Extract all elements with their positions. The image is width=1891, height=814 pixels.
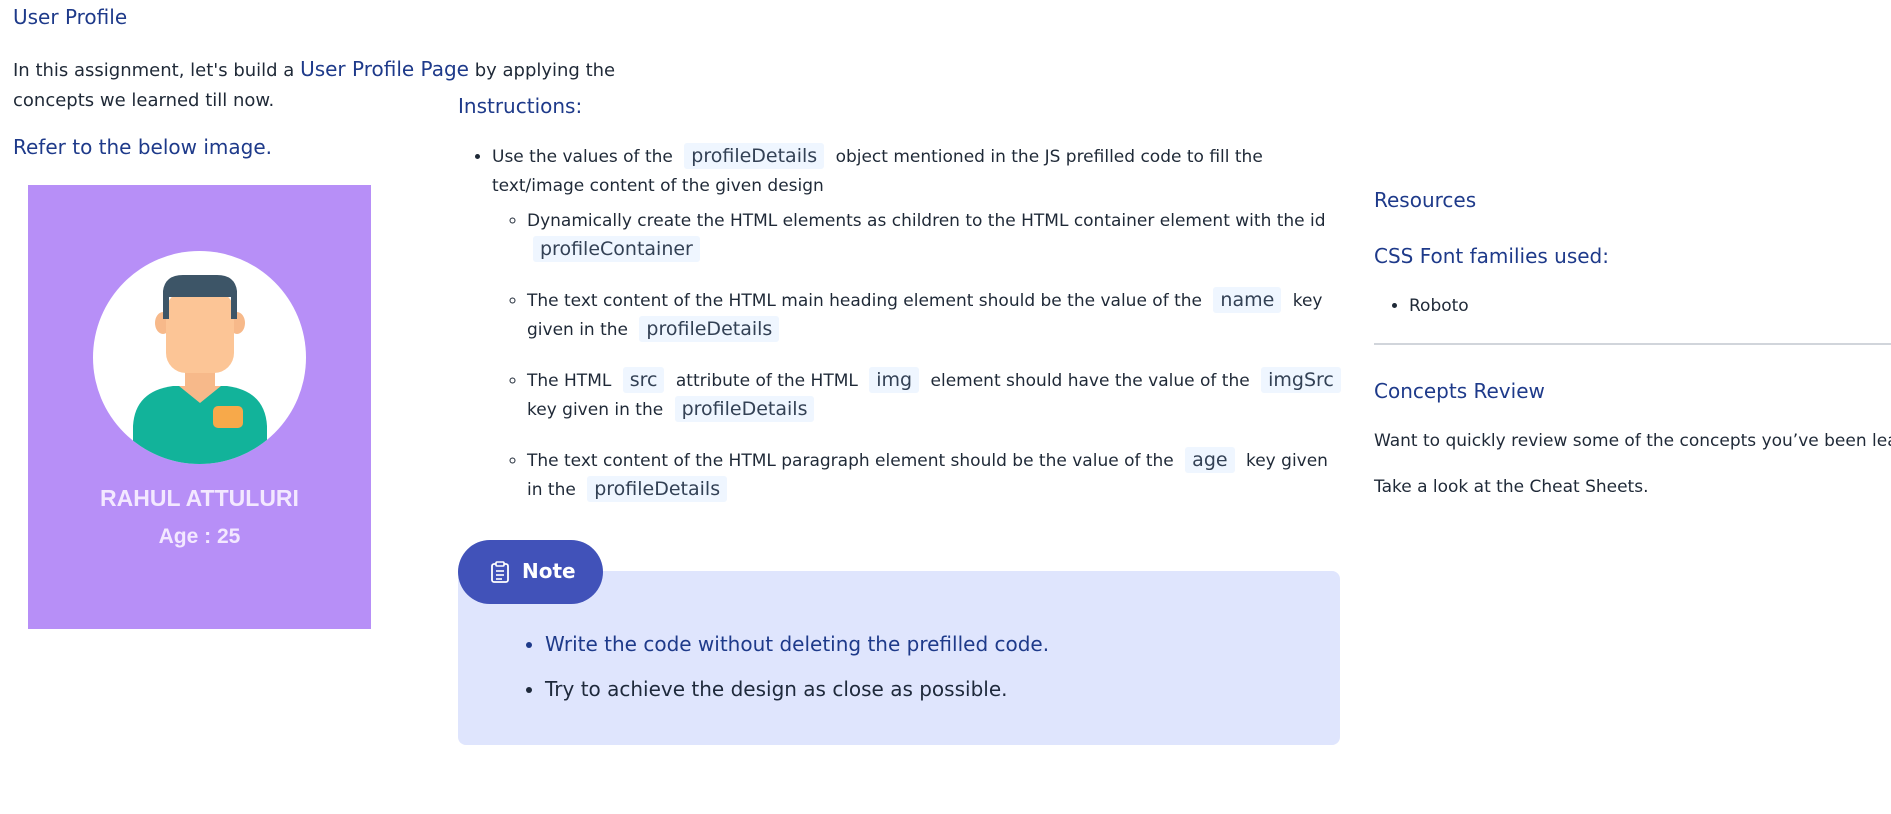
note-badge: Note	[458, 540, 603, 604]
code-snippet: imgSrc	[1261, 367, 1341, 393]
instruction-text: key given in the	[527, 400, 664, 420]
avatar	[93, 251, 306, 464]
code-snippet: src	[622, 367, 665, 393]
code-snippet: profileDetails	[684, 143, 825, 169]
page-title: User Profile	[13, 5, 128, 29]
refer-heading: Refer to the below image.	[13, 135, 273, 159]
instructions-list: Use the values of the profileDetails obj…	[458, 143, 1348, 527]
concepts-heading: Concepts Review	[1374, 379, 1545, 403]
note-label: Note	[522, 559, 576, 583]
code-snippet: profileContainer	[533, 236, 700, 262]
code-snippet: name	[1213, 287, 1282, 313]
instruction-text: The text content of the HTML paragraph e…	[527, 451, 1174, 471]
instruction-text: Dynamically create the HTML elements as …	[527, 211, 1326, 231]
code-snippet: profileDetails	[674, 396, 815, 422]
fonts-list: Roboto	[1374, 293, 1469, 319]
code-snippet: profileDetails	[639, 316, 780, 342]
fonts-heading: CSS Font families used:	[1374, 244, 1609, 268]
concepts-text: Want to quickly review some of the conce…	[1374, 431, 1891, 451]
note-item: Write the code without deleting the pref…	[545, 622, 1049, 667]
profile-age: Age : 25	[158, 525, 241, 548]
divider	[1374, 343, 1891, 345]
cheat-sheets-text: Take a look at the Cheat Sheets.	[1374, 477, 1649, 497]
note-item: Try to achieve the design as close as po…	[545, 667, 1049, 712]
sub-instruction: The text content of the HTML main headin…	[527, 287, 1348, 345]
sub-instruction: The HTML src attribute of the HTML img e…	[527, 367, 1348, 425]
profile-card-image: RAHUL ATTULURI Age : 25	[28, 185, 371, 629]
clipboard-icon	[490, 561, 510, 588]
sub-instruction: The text content of the HTML paragraph e…	[527, 447, 1348, 505]
instruction-text: The HTML	[527, 371, 612, 391]
instruction-text: The text content of the HTML main headin…	[527, 291, 1202, 311]
intro-prefix: In this assignment, let's build a	[13, 60, 301, 81]
code-snippet: img	[869, 367, 920, 393]
instruction-text: Use the values of the	[492, 147, 673, 167]
code-snippet: profileDetails	[587, 476, 728, 502]
instruction-text: attribute of the HTML	[675, 371, 858, 391]
code-snippet: age	[1185, 447, 1235, 473]
sub-instruction: Dynamically create the HTML elements as …	[527, 207, 1348, 265]
note-list: Write the code without deleting the pref…	[515, 622, 1049, 712]
instruction-text: element should have the value of the	[930, 371, 1250, 391]
font-item: Roboto	[1409, 293, 1469, 319]
instructions-heading: Instructions:	[458, 94, 583, 118]
resources-heading: Resources	[1374, 188, 1477, 212]
intro-highlight: User Profile Page	[300, 57, 469, 81]
profile-name: RAHUL ATTULURI	[100, 485, 299, 511]
avatar-illustration-icon	[133, 275, 267, 464]
instruction-main: Use the values of the profileDetails obj…	[492, 143, 1348, 505]
